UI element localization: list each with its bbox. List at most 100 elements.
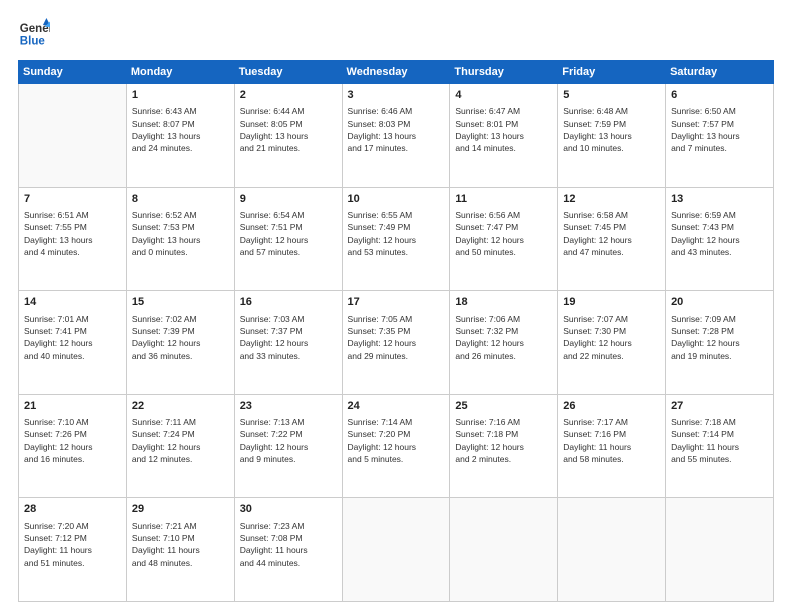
day-of-week-header: Monday xyxy=(126,61,234,84)
day-of-week-header: Thursday xyxy=(450,61,558,84)
day-info: Sunrise: 6:44 AM Sunset: 8:05 PM Dayligh… xyxy=(240,105,337,154)
calendar-header-row: SundayMondayTuesdayWednesdayThursdayFrid… xyxy=(19,61,774,84)
day-number: 22 xyxy=(132,399,229,414)
day-number: 19 xyxy=(563,295,660,310)
calendar-cell: 19 Sunrise: 7:07 AM Sunset: 7:30 PM Dayli… xyxy=(558,291,666,395)
calendar-table: SundayMondayTuesdayWednesdayThursdayFrid… xyxy=(18,60,774,602)
calendar-cell: 12Sunrise: 6:58 AM Sunset: 7:45 PM Dayli… xyxy=(558,187,666,291)
calendar-cell: 26 Sunrise: 7:17 AM Sunset: 7:16 PM Dayli… xyxy=(558,394,666,498)
day-number: 6 xyxy=(671,88,768,103)
calendar-cell: 13 Sunrise: 6:59 AM Sunset: 7:43 PM Dayli… xyxy=(666,187,774,291)
calendar-cell: 23 Sunrise: 7:13 AM Sunset: 7:22 PM Dayli… xyxy=(234,394,342,498)
day-of-week-header: Tuesday xyxy=(234,61,342,84)
calendar-cell: 5Sunrise: 6:48 AM Sunset: 7:59 PM Daylig… xyxy=(558,84,666,188)
calendar-cell: 28 Sunrise: 7:20 AM Sunset: 7:12 PM Dayli… xyxy=(19,498,127,602)
calendar-cell: 15Sunrise: 7:02 AM Sunset: 7:39 PM Dayli… xyxy=(126,291,234,395)
calendar-cell: 27 Sunrise: 7:18 AM Sunset: 7:14 PM Dayli… xyxy=(666,394,774,498)
calendar-cell: 9Sunrise: 6:54 AM Sunset: 7:51 PM Daylig… xyxy=(234,187,342,291)
day-of-week-header: Sunday xyxy=(19,61,127,84)
calendar-week-row: 21 Sunrise: 7:10 AM Sunset: 7:26 PM Dayli… xyxy=(19,394,774,498)
calendar-cell: 8 Sunrise: 6:52 AM Sunset: 7:53 PM Daylig… xyxy=(126,187,234,291)
day-number: 10 xyxy=(348,192,445,207)
day-info: Sunrise: 7:21 AM Sunset: 7:10 PM Dayligh… xyxy=(132,520,229,569)
day-info: Sunrise: 7:17 AM Sunset: 7:16 PM Dayligh… xyxy=(563,416,660,465)
day-info: Sunrise: 6:55 AM Sunset: 7:49 PM Dayligh… xyxy=(348,209,445,258)
day-info: Sunrise: 7:20 AM Sunset: 7:12 PM Dayligh… xyxy=(24,520,121,569)
calendar-cell xyxy=(666,498,774,602)
day-number: 25 xyxy=(455,399,552,414)
calendar-week-row: 1 Sunrise: 6:43 AM Sunset: 8:07 PM Daylig… xyxy=(19,84,774,188)
day-info: Sunrise: 7:23 AM Sunset: 7:08 PM Dayligh… xyxy=(240,520,337,569)
calendar-cell xyxy=(342,498,450,602)
day-number: 13 xyxy=(671,192,768,207)
day-number: 7 xyxy=(24,192,121,207)
day-number: 3 xyxy=(348,88,445,103)
calendar-cell: 10 Sunrise: 6:55 AM Sunset: 7:49 PM Dayli… xyxy=(342,187,450,291)
calendar-cell xyxy=(450,498,558,602)
calendar-cell: 29Sunrise: 7:21 AM Sunset: 7:10 PM Dayli… xyxy=(126,498,234,602)
calendar-cell: 4 Sunrise: 6:47 AM Sunset: 8:01 PM Daylig… xyxy=(450,84,558,188)
day-info: Sunrise: 7:13 AM Sunset: 7:22 PM Dayligh… xyxy=(240,416,337,465)
calendar-cell: 30 Sunrise: 7:23 AM Sunset: 7:08 PM Dayli… xyxy=(234,498,342,602)
day-number: 23 xyxy=(240,399,337,414)
day-info: Sunrise: 6:51 AM Sunset: 7:55 PM Dayligh… xyxy=(24,209,121,258)
day-info: Sunrise: 7:10 AM Sunset: 7:26 PM Dayligh… xyxy=(24,416,121,465)
day-info: Sunrise: 7:14 AM Sunset: 7:20 PM Dayligh… xyxy=(348,416,445,465)
day-number: 11 xyxy=(455,192,552,207)
calendar-cell: 16Sunrise: 7:03 AM Sunset: 7:37 PM Dayli… xyxy=(234,291,342,395)
svg-text:Blue: Blue xyxy=(20,36,46,48)
calendar-cell: 2Sunrise: 6:44 AM Sunset: 8:05 PM Daylig… xyxy=(234,84,342,188)
day-number: 17 xyxy=(348,295,445,310)
day-info: Sunrise: 6:54 AM Sunset: 7:51 PM Dayligh… xyxy=(240,209,337,258)
calendar-cell: 11 Sunrise: 6:56 AM Sunset: 7:47 PM Dayli… xyxy=(450,187,558,291)
page-header: General Blue xyxy=(18,18,774,50)
day-info: Sunrise: 7:01 AM Sunset: 7:41 PM Dayligh… xyxy=(24,313,121,362)
day-info: Sunrise: 6:50 AM Sunset: 7:57 PM Dayligh… xyxy=(671,105,768,154)
day-number: 28 xyxy=(24,502,121,517)
day-info: Sunrise: 6:58 AM Sunset: 7:45 PM Dayligh… xyxy=(563,209,660,258)
calendar-cell: 22 Sunrise: 7:11 AM Sunset: 7:24 PM Dayli… xyxy=(126,394,234,498)
calendar-week-row: 14 Sunrise: 7:01 AM Sunset: 7:41 PM Dayli… xyxy=(19,291,774,395)
day-number: 30 xyxy=(240,502,337,517)
day-number: 8 xyxy=(132,192,229,207)
day-info: Sunrise: 6:48 AM Sunset: 7:59 PM Dayligh… xyxy=(563,105,660,154)
calendar-cell xyxy=(19,84,127,188)
calendar-cell: 1 Sunrise: 6:43 AM Sunset: 8:07 PM Daylig… xyxy=(126,84,234,188)
calendar-cell xyxy=(558,498,666,602)
day-info: Sunrise: 7:05 AM Sunset: 7:35 PM Dayligh… xyxy=(348,313,445,362)
day-number: 26 xyxy=(563,399,660,414)
day-number: 16 xyxy=(240,295,337,310)
calendar-cell: 14 Sunrise: 7:01 AM Sunset: 7:41 PM Dayli… xyxy=(19,291,127,395)
day-info: Sunrise: 7:11 AM Sunset: 7:24 PM Dayligh… xyxy=(132,416,229,465)
calendar-week-row: 28 Sunrise: 7:20 AM Sunset: 7:12 PM Dayli… xyxy=(19,498,774,602)
day-number: 14 xyxy=(24,295,121,310)
calendar-week-row: 7 Sunrise: 6:51 AM Sunset: 7:55 PM Daylig… xyxy=(19,187,774,291)
day-info: Sunrise: 6:52 AM Sunset: 7:53 PM Dayligh… xyxy=(132,209,229,258)
logo: General Blue xyxy=(18,18,50,50)
day-number: 27 xyxy=(671,399,768,414)
day-info: Sunrise: 7:16 AM Sunset: 7:18 PM Dayligh… xyxy=(455,416,552,465)
day-info: Sunrise: 6:46 AM Sunset: 8:03 PM Dayligh… xyxy=(348,105,445,154)
day-of-week-header: Wednesday xyxy=(342,61,450,84)
day-info: Sunrise: 6:47 AM Sunset: 8:01 PM Dayligh… xyxy=(455,105,552,154)
day-info: Sunrise: 6:56 AM Sunset: 7:47 PM Dayligh… xyxy=(455,209,552,258)
day-info: Sunrise: 6:59 AM Sunset: 7:43 PM Dayligh… xyxy=(671,209,768,258)
day-number: 21 xyxy=(24,399,121,414)
calendar-cell: 18Sunrise: 7:06 AM Sunset: 7:32 PM Dayli… xyxy=(450,291,558,395)
day-info: Sunrise: 7:02 AM Sunset: 7:39 PM Dayligh… xyxy=(132,313,229,362)
day-of-week-header: Friday xyxy=(558,61,666,84)
calendar-cell: 25 Sunrise: 7:16 AM Sunset: 7:18 PM Dayli… xyxy=(450,394,558,498)
calendar-cell: 20Sunrise: 7:09 AM Sunset: 7:28 PM Dayli… xyxy=(666,291,774,395)
day-info: Sunrise: 7:09 AM Sunset: 7:28 PM Dayligh… xyxy=(671,313,768,362)
logo-icon: General Blue xyxy=(18,18,50,50)
calendar-cell: 3 Sunrise: 6:46 AM Sunset: 8:03 PM Daylig… xyxy=(342,84,450,188)
day-info: Sunrise: 7:06 AM Sunset: 7:32 PM Dayligh… xyxy=(455,313,552,362)
day-info: Sunrise: 7:07 AM Sunset: 7:30 PM Dayligh… xyxy=(563,313,660,362)
day-info: Sunrise: 6:43 AM Sunset: 8:07 PM Dayligh… xyxy=(132,105,229,154)
day-number: 4 xyxy=(455,88,552,103)
calendar-cell: 6 Sunrise: 6:50 AM Sunset: 7:57 PM Daylig… xyxy=(666,84,774,188)
calendar-cell: 24 Sunrise: 7:14 AM Sunset: 7:20 PM Dayli… xyxy=(342,394,450,498)
day-number: 1 xyxy=(132,88,229,103)
day-info: Sunrise: 7:18 AM Sunset: 7:14 PM Dayligh… xyxy=(671,416,768,465)
day-number: 24 xyxy=(348,399,445,414)
